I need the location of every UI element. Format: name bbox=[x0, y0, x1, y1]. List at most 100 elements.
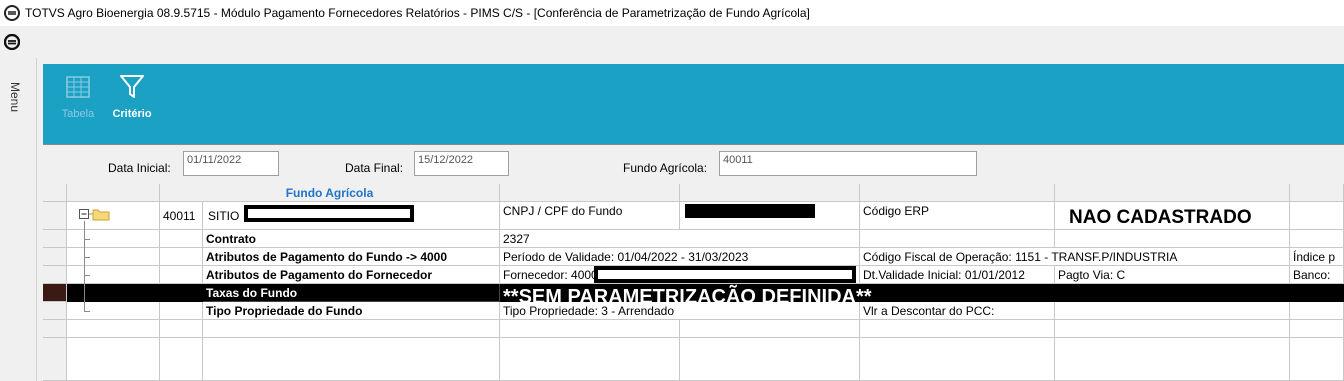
row-col5 bbox=[1290, 302, 1344, 320]
empty-cell bbox=[500, 338, 680, 381]
empty-cell bbox=[860, 338, 1055, 381]
redacted-fornecedor bbox=[594, 266, 856, 283]
tree-cell bbox=[67, 248, 160, 266]
totvs-menu-icon[interactable] bbox=[4, 34, 20, 50]
side-menu[interactable]: Menu bbox=[0, 58, 37, 381]
data-final-label: Data Final: bbox=[345, 161, 404, 175]
grid-header-col1 bbox=[500, 184, 680, 202]
row-col3 bbox=[860, 230, 1055, 248]
row-selector[interactable] bbox=[43, 248, 67, 266]
row-col3: Dt.Validade Inicial: 01/01/2012 bbox=[860, 266, 1055, 284]
row-selector[interactable] bbox=[43, 338, 67, 381]
row-selector[interactable] bbox=[43, 302, 67, 320]
tree-connector bbox=[84, 275, 90, 276]
row-selector[interactable] bbox=[43, 230, 67, 248]
totvs-logo-icon bbox=[4, 5, 20, 21]
empty-cell bbox=[680, 320, 860, 338]
row-selector[interactable] bbox=[43, 202, 67, 230]
tree-cell bbox=[67, 266, 160, 284]
erp-status-cell: NAO CADASTRADO bbox=[1055, 202, 1290, 230]
title-bar: TOTVS Agro Bioenergia 08.9.5715 - Módulo… bbox=[0, 0, 1344, 26]
row-col1: **SEM PARAMETRIZAÇÃO DEFINIDA** bbox=[500, 284, 1344, 302]
row-col3: Vlr a Descontar do PCC: bbox=[860, 302, 1055, 320]
tabela-button[interactable]: Tabela bbox=[53, 72, 103, 132]
code-cell bbox=[160, 230, 203, 248]
data-grid[interactable]: Fundo Agrícola 40011 SITIO CNPJ / CPF do… bbox=[43, 184, 1344, 381]
tree-connector bbox=[84, 221, 85, 311]
grid-header-col3 bbox=[860, 184, 1055, 202]
row-label[interactable]: Tipo Propriedade do Fundo bbox=[203, 302, 500, 320]
row-selector[interactable] bbox=[43, 284, 67, 302]
row-label[interactable]: Contrato bbox=[203, 230, 500, 248]
collapse-folder-icon[interactable] bbox=[79, 207, 111, 221]
tree-connector bbox=[84, 257, 90, 258]
empty-cell bbox=[203, 338, 500, 381]
code-cell bbox=[160, 302, 203, 320]
empty-cell bbox=[203, 320, 500, 338]
row-col4: Pagto Via: C bbox=[1055, 266, 1290, 284]
tree-cell bbox=[67, 302, 160, 320]
empty-cell bbox=[160, 320, 203, 338]
row-col5: Banco: bbox=[1290, 266, 1344, 284]
filter-panel: Data Inicial: 01/11/2022 Data Final: 15/… bbox=[43, 144, 1344, 184]
row-col1: Período de Validade: 01/04/2022 - 31/03/… bbox=[500, 248, 860, 266]
redacted-cnpj bbox=[685, 204, 815, 218]
cnpj-value-cell bbox=[680, 202, 860, 230]
root-fundo-cell[interactable]: 40011 SITIO bbox=[160, 202, 500, 230]
window-title: TOTVS Agro Bioenergia 08.9.5715 - Módulo… bbox=[25, 6, 810, 20]
row-col4 bbox=[1055, 302, 1290, 320]
filter-icon bbox=[120, 75, 144, 98]
data-inicial-input[interactable]: 01/11/2022 bbox=[183, 151, 279, 176]
row-col1-wrap: Fornecedor: 4000 bbox=[500, 266, 860, 284]
criterio-button[interactable]: Critério bbox=[107, 72, 157, 132]
grid-header-col2 bbox=[680, 184, 860, 202]
row-col4 bbox=[1055, 230, 1290, 248]
root-code: 40011 bbox=[163, 209, 196, 223]
row-label[interactable]: Taxas do Fundo bbox=[203, 284, 500, 302]
grid-header-col5 bbox=[1290, 184, 1344, 202]
tree-connector bbox=[84, 311, 90, 312]
empty-cell bbox=[500, 320, 680, 338]
empty-cell bbox=[860, 320, 1055, 338]
row-col1: Tipo Propriedade: 3 - Arrendado bbox=[500, 302, 860, 320]
row-col5: Índice p bbox=[1290, 248, 1344, 266]
data-final-input[interactable]: 15/12/2022 bbox=[414, 151, 509, 176]
row-col5 bbox=[1290, 230, 1344, 248]
row-selector[interactable] bbox=[43, 320, 67, 338]
main-panel: Tabela Critério Data Inicial: 01/11/2022… bbox=[43, 64, 1344, 381]
empty-cell bbox=[67, 338, 160, 381]
empty-cell bbox=[1055, 320, 1290, 338]
code-cell bbox=[160, 266, 203, 284]
code-cell bbox=[160, 248, 203, 266]
row-col1: Fornecedor: 4000 bbox=[503, 268, 598, 282]
menu-label[interactable]: Menu bbox=[8, 82, 22, 112]
grid-header-col4 bbox=[1055, 184, 1290, 202]
table-icon bbox=[66, 76, 90, 98]
fundo-agricola-input[interactable]: 40011 bbox=[719, 151, 977, 176]
row-col3: Código Fiscal de Operação: 1151 - TRANSF… bbox=[860, 248, 1290, 266]
redacted-name bbox=[244, 205, 414, 222]
tree-connector bbox=[84, 239, 90, 240]
row-label[interactable]: Atributos de Pagamento do Fundo -> 4000 bbox=[203, 248, 500, 266]
tree-cell bbox=[67, 230, 160, 248]
fundo-agricola-header[interactable]: Fundo Agrícola bbox=[160, 184, 500, 202]
empty-cell bbox=[680, 338, 860, 381]
toolbar: Tabela Critério bbox=[43, 64, 1344, 144]
criterio-label: Critério bbox=[112, 108, 152, 120]
data-inicial-label: Data Inicial: bbox=[108, 161, 171, 175]
row-selector[interactable] bbox=[43, 266, 67, 284]
empty-cell bbox=[160, 338, 203, 381]
empty-cell bbox=[1055, 338, 1290, 381]
empty-cell bbox=[1290, 338, 1344, 381]
root-extra-cell bbox=[1290, 202, 1344, 230]
grid-header-blank bbox=[67, 184, 160, 202]
empty-cell bbox=[67, 320, 160, 338]
tree-root-cell[interactable] bbox=[67, 202, 160, 230]
row-label[interactable]: Atributos de Pagamento do Fornecedor bbox=[203, 266, 500, 284]
root-name: SITIO bbox=[208, 209, 240, 223]
tabela-label: Tabela bbox=[61, 108, 95, 120]
erp-label-cell: Código ERP bbox=[860, 202, 1055, 230]
grid-corner bbox=[43, 184, 67, 202]
menu-bar bbox=[0, 26, 1344, 58]
empty-cell bbox=[1290, 320, 1344, 338]
